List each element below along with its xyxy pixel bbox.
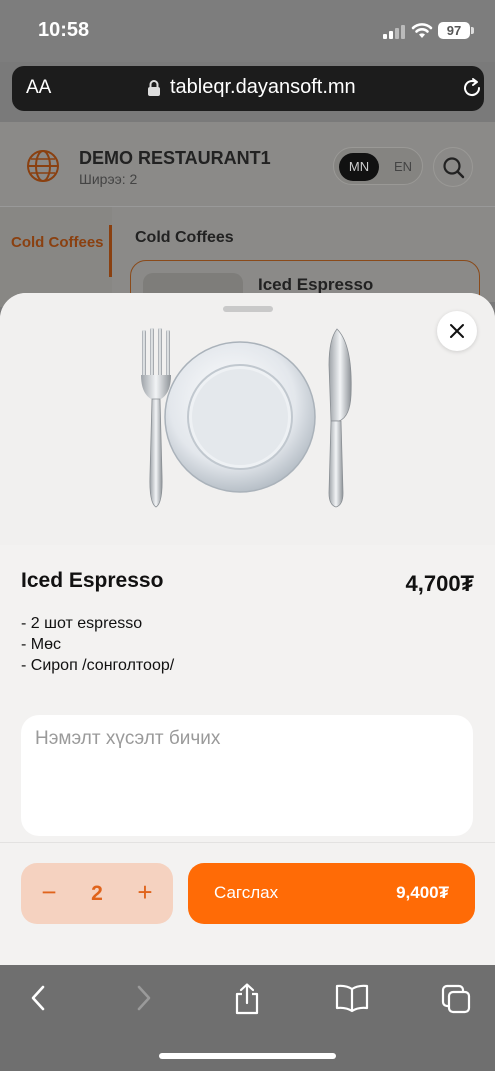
close-icon — [450, 324, 464, 338]
browser-toolbar — [0, 965, 495, 1071]
restaurant-logo-icon — [27, 150, 59, 182]
reload-icon[interactable] — [461, 77, 483, 99]
language-en-button[interactable]: EN — [386, 153, 420, 181]
footer-divider — [0, 842, 495, 843]
fork-plate-knife-icon — [141, 328, 352, 508]
product-name: Iced Espresso — [21, 569, 164, 592]
search-icon — [443, 157, 465, 179]
increase-quantity-button[interactable]: + — [117, 863, 173, 924]
tabs-icon[interactable] — [440, 983, 472, 1015]
product-price: 4,700₮ — [405, 571, 475, 596]
wifi-icon — [411, 23, 433, 38]
search-button[interactable] — [433, 147, 473, 187]
reader-aa-button[interactable]: AA — [26, 77, 51, 99]
language-mn-button[interactable]: MN — [339, 153, 379, 181]
language-switch[interactable]: MN EN — [333, 147, 423, 185]
restaurant-page-background: DEMO RESTAURANT1 Ширээ: 2 MN EN Cold Cof… — [0, 122, 495, 333]
close-button[interactable] — [437, 311, 477, 351]
url-text[interactable]: tableqr.dayansoft.mn — [170, 76, 356, 99]
decrease-quantity-button[interactable]: − — [21, 863, 77, 924]
share-icon[interactable] — [233, 983, 261, 1015]
back-icon[interactable] — [26, 983, 50, 1013]
menu-item-title: Iced Espresso — [258, 275, 374, 294]
add-to-cart-button[interactable]: Сагслах 9,400₮ — [188, 863, 475, 924]
description-line: - 2 шот espresso — [21, 615, 143, 632]
cellular-signal-icon — [383, 25, 405, 39]
add-to-cart-label: Сагслах — [214, 883, 279, 902]
quantity-value: 2 — [91, 882, 103, 905]
home-indicator — [159, 1053, 336, 1059]
status-bar: 10:58 97 — [0, 0, 495, 62]
quantity-stepper: − 2 + — [21, 863, 173, 924]
description-line: - Мөс — [21, 636, 61, 653]
section-title: Cold Coffees — [135, 229, 234, 246]
battery-indicator: 97 — [438, 22, 470, 39]
bookmarks-icon[interactable] — [335, 983, 369, 1013]
cart-total: 9,400₮ — [396, 883, 449, 902]
sheet-grabber[interactable] — [223, 306, 273, 312]
battery-tip — [471, 27, 474, 34]
address-bar[interactable]: AA tableqr.dayansoft.mn — [12, 66, 484, 111]
forward-icon[interactable] — [132, 983, 156, 1013]
special-request-input[interactable] — [21, 715, 473, 836]
sidebar-item-cold-coffees[interactable]: Cold Coffees — [0, 225, 112, 277]
restaurant-name: DEMO RESTAURANT1 — [79, 148, 271, 168]
product-detail-sheet: Iced Espresso 4,700₮ - 2 шот espresso - … — [0, 293, 495, 965]
status-time: 10:58 — [38, 19, 90, 41]
description-line: - Сироп /сонголтоор/ — [21, 657, 175, 674]
product-description: - 2 шот espresso - Мөс - Сироп /сонголто… — [21, 613, 174, 676]
lock-icon — [148, 80, 160, 96]
table-number: Ширээ: 2 — [79, 171, 138, 187]
